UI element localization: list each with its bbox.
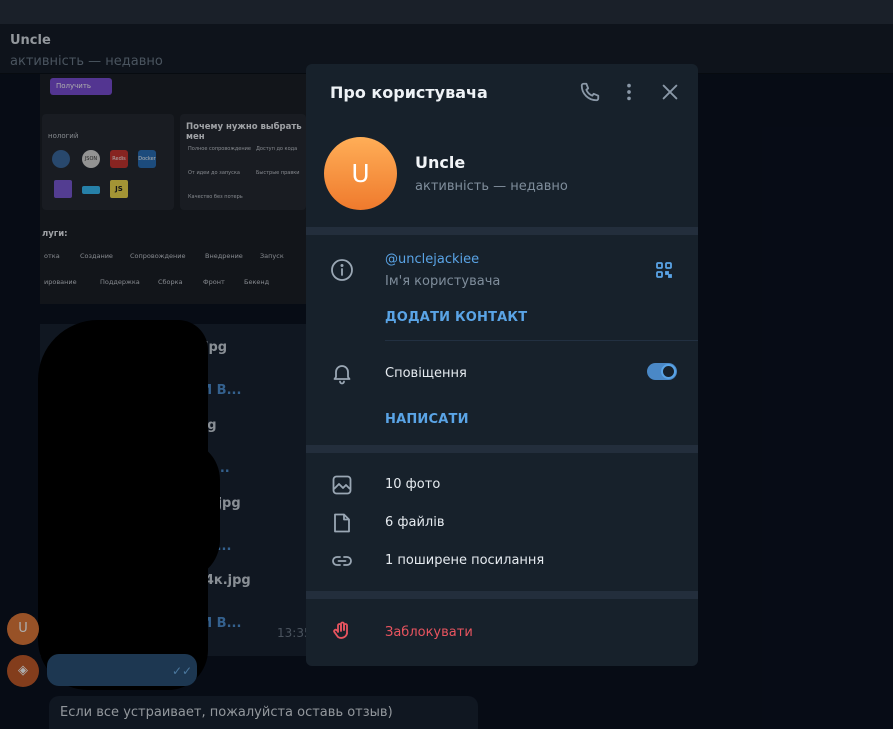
phone-icon[interactable]: [579, 81, 601, 103]
user-status: активність — недавно: [415, 179, 568, 194]
user-avatar[interactable]: U: [324, 137, 397, 210]
file-icon: [330, 511, 354, 535]
username-caption: Ім'я користувача: [385, 274, 501, 289]
photos-count[interactable]: 10 фото: [385, 477, 440, 492]
info-icon: [330, 258, 354, 282]
qr-code-icon[interactable]: [654, 260, 674, 280]
write-message-button[interactable]: НАПИСАТИ: [385, 412, 469, 427]
section-divider: [306, 591, 698, 599]
files-count[interactable]: 6 файлів: [385, 515, 445, 530]
link-icon: [330, 549, 354, 573]
photo-icon: [330, 473, 354, 497]
dialog-title: Про користувача: [330, 83, 488, 102]
notifications-label: Сповіщення: [385, 366, 467, 381]
username-link[interactable]: @unclejackiee: [385, 252, 479, 267]
links-count[interactable]: 1 поширене посилання: [385, 553, 544, 568]
section-divider: [306, 445, 698, 453]
toggle-knob: [661, 364, 676, 379]
user-info-dialog: Про користувача U Uncle активність — нед…: [306, 64, 698, 666]
bell-icon: [330, 361, 354, 385]
row-divider: [385, 340, 698, 341]
user-name: Uncle: [415, 153, 466, 172]
block-hand-icon: [330, 620, 354, 644]
close-icon[interactable]: [659, 81, 681, 103]
add-contact-button[interactable]: ДОДАТИ КОНТАКТ: [385, 310, 527, 325]
notifications-toggle[interactable]: [647, 363, 677, 380]
more-options-icon[interactable]: [618, 81, 640, 103]
block-user-button[interactable]: Заблокувати: [385, 625, 473, 640]
section-divider: [306, 227, 698, 235]
